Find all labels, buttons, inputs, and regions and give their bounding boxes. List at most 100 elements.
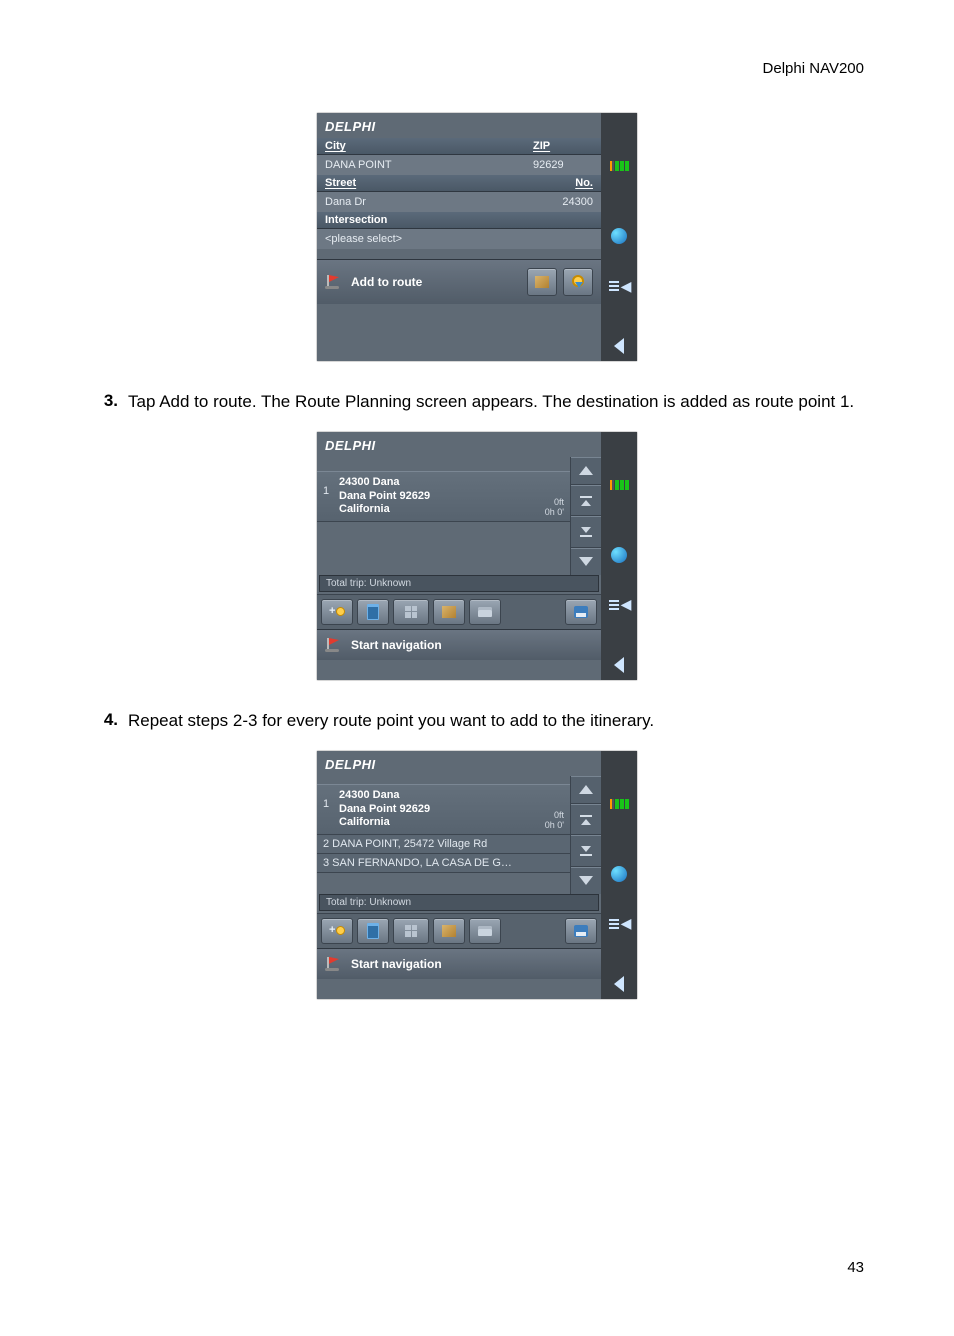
flag-icon	[325, 638, 345, 652]
bottom-bar: Start navigation	[317, 948, 601, 979]
back-button[interactable]	[608, 337, 630, 355]
move-up-button[interactable]	[571, 804, 601, 836]
side-panel: ◀	[601, 751, 637, 999]
flag-icon	[325, 957, 345, 971]
row-header-city-zip: City ZIP	[317, 138, 601, 155]
plus-pin-icon: +	[329, 924, 345, 938]
save-pin-icon	[571, 275, 585, 289]
brand-logo: DELPHI	[317, 432, 601, 457]
start-navigation-button[interactable]: Start navigation	[325, 638, 442, 652]
delete-point-button[interactable]	[357, 599, 389, 625]
row-value-intersection[interactable]: <please select>	[317, 229, 601, 249]
label-no: No.	[533, 177, 593, 189]
value-zip: 92629	[533, 159, 593, 171]
scroll-column	[570, 457, 601, 575]
route-point-row[interactable]: 1 24300 Dana Dana Point 92629 California…	[317, 471, 570, 522]
step-4-number: 4.	[90, 710, 128, 733]
calculate-button[interactable]	[393, 599, 429, 625]
step-3-text: Tap Add to route. The Route Planning scr…	[128, 391, 864, 414]
value-no: 24300	[533, 196, 593, 208]
scroll-column	[570, 776, 601, 894]
route-point-address: 24300 Dana Dana Point 92629 California	[339, 476, 539, 517]
battery-icon	[608, 795, 630, 813]
value-city: DANA POINT	[325, 159, 533, 171]
open-route-button[interactable]	[469, 918, 501, 944]
label-intersection: Intersection	[325, 214, 593, 226]
screenshot-route-plan-1: DELPHI 1 24300 Dana Dana Point 92629 Cal…	[317, 432, 637, 680]
show-map-button[interactable]	[433, 599, 465, 625]
route-point-row-2[interactable]: 2 DANA POINT, 25472 Village Rd	[317, 835, 570, 854]
disk-icon	[574, 925, 588, 937]
move-up-button[interactable]	[571, 485, 601, 517]
route-point-number: 1	[323, 789, 333, 830]
save-destination-button[interactable]	[563, 268, 593, 296]
side-panel: ◀	[601, 113, 637, 361]
battery-icon	[608, 476, 630, 494]
calculator-icon	[405, 606, 417, 618]
row-value-street-no[interactable]: Dana Dr 24300	[317, 192, 601, 212]
brand-logo: DELPHI	[317, 113, 601, 138]
step-4-text: Repeat steps 2-3 for every route point y…	[128, 710, 864, 733]
gps-globe-icon	[608, 865, 630, 883]
add-to-route-button[interactable]: Add to route	[325, 275, 422, 289]
row-header-street-no: Street No.	[317, 175, 601, 192]
add-point-button[interactable]: +	[321, 918, 353, 944]
row-header-intersection: Intersection	[317, 212, 601, 229]
add-to-route-label: Add to route	[351, 275, 422, 289]
scroll-down-button[interactable]	[571, 548, 601, 575]
step-3-number: 3.	[90, 391, 128, 414]
add-point-button[interactable]: +	[321, 599, 353, 625]
label-zip: ZIP	[533, 140, 593, 152]
options-menu-button[interactable]: ◀	[608, 915, 630, 933]
show-map-button[interactable]	[433, 918, 465, 944]
calculate-button[interactable]	[393, 918, 429, 944]
battery-icon	[608, 157, 630, 175]
bottom-bar: Add to route	[317, 259, 601, 304]
page-header-product: Delphi NAV200	[90, 60, 864, 77]
tool-row: +	[317, 913, 601, 948]
map-icon	[535, 276, 549, 288]
options-menu-button[interactable]: ◀	[608, 596, 630, 614]
show-on-map-button[interactable]	[527, 268, 557, 296]
save-route-button[interactable]	[565, 918, 597, 944]
label-city: City	[325, 140, 533, 152]
route-point-row-3[interactable]: 3 SAN FERNANDO, LA CASA DE G…	[317, 854, 570, 873]
options-menu-button[interactable]: ◀	[608, 277, 630, 295]
start-navigation-button[interactable]: Start navigation	[325, 957, 442, 971]
scroll-up-button[interactable]	[571, 457, 601, 485]
delete-point-button[interactable]	[357, 918, 389, 944]
scroll-down-button[interactable]	[571, 867, 601, 894]
gps-globe-icon	[608, 546, 630, 564]
gps-globe-icon	[608, 227, 630, 245]
route-point-meta: 0ft 0h 0'	[545, 497, 564, 517]
start-navigation-label: Start navigation	[351, 957, 442, 971]
screenshot-route-plan-3: DELPHI 1 24300 Dana Dana Point 92629 Cal…	[317, 751, 637, 999]
route-point-address: 24300 Dana Dana Point 92629 California	[339, 789, 539, 830]
folder-icon	[478, 607, 492, 617]
trash-icon	[367, 604, 379, 620]
screenshot-address-entry: DELPHI City ZIP DANA POINT 92629 Street …	[317, 113, 637, 361]
trash-icon	[367, 923, 379, 939]
bottom-bar: Start navigation	[317, 629, 601, 660]
move-down-button[interactable]	[571, 835, 601, 867]
calculator-icon	[405, 925, 417, 937]
tool-row: +	[317, 594, 601, 629]
back-button[interactable]	[608, 975, 630, 993]
map-icon	[442, 925, 456, 937]
flag-icon	[325, 275, 345, 289]
move-down-button[interactable]	[571, 516, 601, 548]
row-value-city-zip[interactable]: DANA POINT 92629	[317, 155, 601, 175]
route-point-number: 1	[323, 476, 333, 517]
scroll-up-button[interactable]	[571, 776, 601, 804]
map-icon	[442, 606, 456, 618]
back-button[interactable]	[608, 656, 630, 674]
route-point-row[interactable]: 1 24300 Dana Dana Point 92629 California…	[317, 784, 570, 835]
value-street: Dana Dr	[325, 196, 533, 208]
folder-icon	[478, 926, 492, 936]
value-intersection: <please select>	[325, 233, 593, 245]
side-panel: ◀	[601, 432, 637, 680]
save-route-button[interactable]	[565, 599, 597, 625]
route-point-meta: 0ft 0h 0'	[545, 810, 564, 830]
open-route-button[interactable]	[469, 599, 501, 625]
brand-logo: DELPHI	[317, 751, 601, 776]
